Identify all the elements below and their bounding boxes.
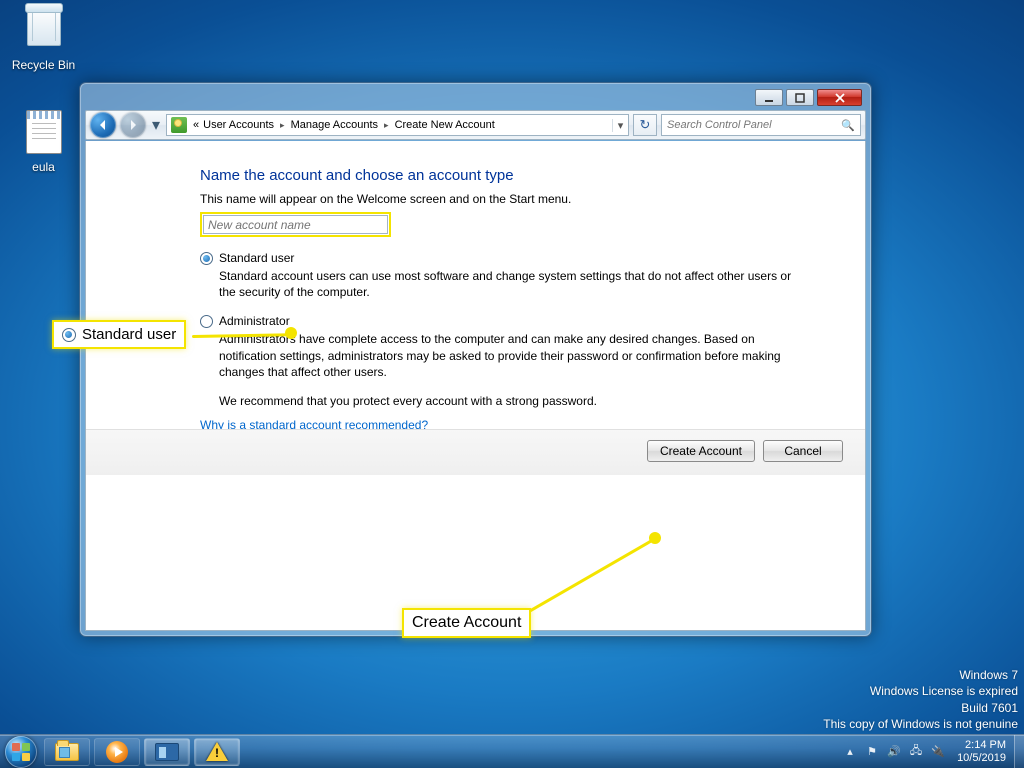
search-placeholder: Search Control Panel [667, 119, 772, 131]
start-orb-icon [5, 736, 37, 768]
control-panel-icon [155, 743, 179, 761]
folder-icon [55, 743, 79, 761]
recommend-text: We recommend that you protect every acco… [219, 394, 835, 408]
page-heading: Name the account and choose an account t… [200, 167, 835, 184]
administrator-title: Administrator [219, 314, 290, 328]
breadcrumb-user-accounts[interactable]: User Accounts [201, 116, 276, 134]
cancel-button[interactable]: Cancel [763, 440, 843, 462]
nav-bar: ▾ « User Accounts Manage Accounts Create… [85, 110, 866, 140]
warning-icon [206, 742, 228, 761]
close-button[interactable] [817, 89, 862, 106]
account-name-input[interactable] [203, 215, 388, 234]
taskbar-media-player[interactable] [94, 738, 140, 766]
tray-volume-icon[interactable]: 🔊 [885, 743, 903, 761]
user-accounts-icon [171, 117, 187, 133]
tray-time: 2:14 PM [957, 739, 1006, 751]
recycle-bin-label: Recycle Bin [6, 58, 81, 72]
forward-button[interactable] [120, 112, 146, 138]
option-standard-user[interactable]: Standard user Standard account users can… [200, 251, 835, 300]
nav-history-dropdown[interactable]: ▾ [150, 112, 162, 138]
address-dropdown[interactable]: ▾ [612, 119, 628, 132]
callout-create-account: Create Account [402, 608, 531, 638]
breadcrumb-manage-accounts[interactable]: Manage Accounts [289, 116, 380, 134]
radio-administrator[interactable] [200, 315, 213, 328]
callout-standard-user: Standard user [52, 320, 186, 349]
recycle-bin-icon [20, 8, 68, 56]
watermark-line3: Build 7601 [823, 700, 1018, 716]
helper-text: This name will appear on the Welcome scr… [200, 192, 835, 206]
taskbar: ▴ ⚑ 🔊 🖧 🔌 2:14 PM 10/5/2019 [0, 734, 1024, 768]
callout-standard-label: Standard user [82, 326, 176, 343]
system-tray: ▴ ⚑ 🔊 🖧 🔌 2:14 PM 10/5/2019 [839, 735, 1024, 768]
refresh-button[interactable]: ↻ [633, 114, 657, 136]
activation-watermark: Windows 7 Windows License is expired Bui… [823, 667, 1018, 732]
radio-standard-user[interactable] [200, 252, 213, 265]
control-panel-window: ▾ « User Accounts Manage Accounts Create… [79, 82, 872, 637]
administrator-desc: Administrators have complete access to t… [219, 331, 799, 380]
link-why-standard[interactable]: Why is a standard account recommended? [200, 418, 835, 429]
breadcrumb-create-new-account[interactable]: Create New Account [393, 116, 497, 134]
back-button[interactable] [90, 112, 116, 138]
create-account-button[interactable]: Create Account [647, 440, 755, 462]
media-player-icon [106, 741, 128, 763]
taskbar-problem-report[interactable] [194, 738, 240, 766]
option-administrator[interactable]: Administrator Administrators have comple… [200, 314, 835, 380]
show-desktop-button[interactable] [1014, 735, 1024, 768]
tray-action-center-icon[interactable]: ⚑ [863, 743, 881, 761]
callout-radio-icon [62, 328, 76, 342]
search-icon: 🔍 [841, 119, 855, 132]
callout-create-label: Create Account [412, 614, 521, 632]
tray-clock[interactable]: 2:14 PM 10/5/2019 [949, 739, 1014, 763]
taskbar-control-panel[interactable] [144, 738, 190, 766]
notepad-file-icon [20, 110, 68, 158]
watermark-line2: Windows License is expired [823, 683, 1018, 699]
tray-network-icon[interactable]: 🖧 [907, 743, 925, 761]
eula-label: eula [6, 160, 81, 174]
desktop-icon-recycle-bin[interactable]: Recycle Bin [6, 4, 81, 72]
tray-power-icon[interactable]: 🔌 [929, 743, 947, 761]
standard-user-desc: Standard account users can use most soft… [219, 268, 799, 300]
watermark-line4: This copy of Windows is not genuine [823, 716, 1018, 732]
tray-date: 10/5/2019 [957, 752, 1006, 764]
search-box[interactable]: Search Control Panel 🔍 [661, 114, 861, 136]
start-button[interactable] [0, 735, 42, 768]
maximize-button[interactable] [786, 89, 814, 106]
desktop-icon-eula[interactable]: eula [6, 110, 81, 174]
highlight-account-name [200, 212, 391, 237]
address-bar[interactable]: « User Accounts Manage Accounts Create N… [166, 114, 629, 136]
button-row: Create Account Cancel [86, 429, 865, 475]
watermark-line1: Windows 7 [823, 667, 1018, 683]
standard-user-title: Standard user [219, 251, 294, 265]
minimize-button[interactable] [755, 89, 783, 106]
breadcrumb-prefix: « [191, 116, 201, 134]
content-area: Name the account and choose an account t… [85, 141, 866, 631]
taskbar-explorer[interactable] [44, 738, 90, 766]
tray-show-hidden[interactable]: ▴ [841, 743, 859, 761]
